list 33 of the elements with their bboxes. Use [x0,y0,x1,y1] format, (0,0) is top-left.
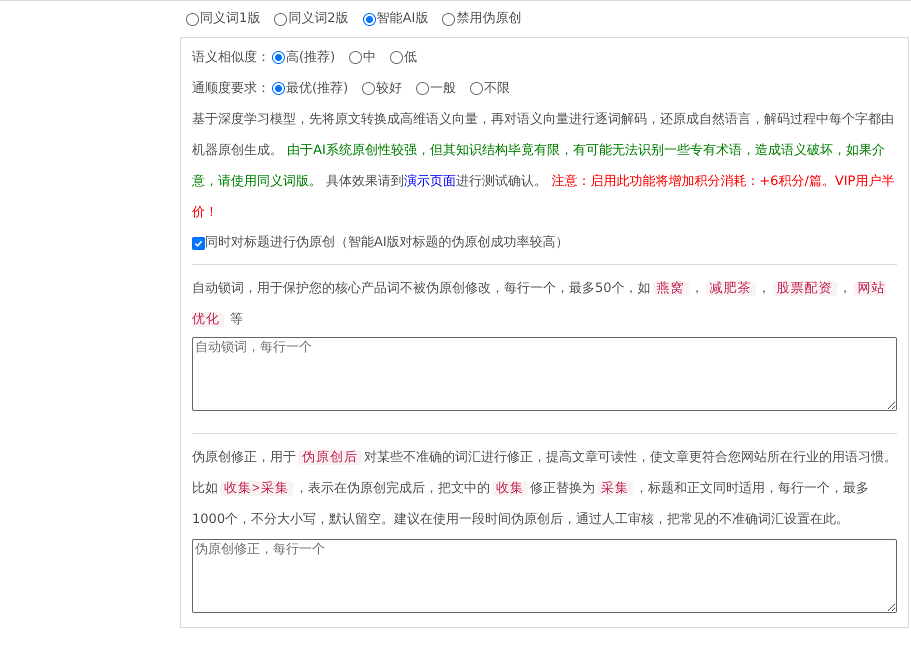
lock-words-field[interactable]: 自动锁词，每行一个 [192,337,897,411]
radio-option[interactable]: 低 [390,48,418,68]
radio-option[interactable]: 同义词1版 [186,9,260,29]
radio-option[interactable]: 较好 [362,78,402,98]
radio-button[interactable] [442,12,456,26]
correction-field[interactable]: 伪原创修正，每行一个 [192,539,897,613]
radio-option[interactable]: 中 [349,48,376,68]
demo-page-link[interactable]: 演示页面 [404,174,456,189]
radio-option[interactable]: 一般 [416,78,456,98]
radio-button[interactable] [186,12,199,26]
option-label: 通顺度要求： [192,80,270,98]
radio-button[interactable] [416,82,430,95]
radio-option[interactable]: 最优(推荐) [272,78,348,98]
description-text: 基于深度学习模型，先将原文转换成高维语义向量，再对语义向量进行逐词解码，还原成自然语言，解码过程中每个字都由机器原创生成。 由于AI系统原创性较强，但其知识结构毕竟有限，有可能无法识别一些专有术语，造成语义破坏，如果介意，请使用同义词版。 具体效果请到演示页面进行测试确认。 注意：启用此功能将增加积分消耗：+6积分/篇。VIP用户半价！ [192,111,896,222]
check-icon [194,238,203,248]
radio-option[interactable]: 禁用伪原创 [442,9,522,29]
radio-option[interactable]: 不限 [470,78,510,98]
radio-button[interactable] [272,51,285,64]
radio-option[interactable]: 智能AI版 [362,9,428,29]
radio-button[interactable] [362,82,376,95]
title-option[interactable]: 同时对标题进行伪原创（智能AI版对标题的伪原创成功率较高） [192,228,897,258]
radio-button[interactable] [390,51,404,64]
radio-button[interactable] [362,12,376,26]
radio-button[interactable] [349,51,362,64]
checkbox[interactable] [192,236,205,250]
correction-text: 伪原创修正，用于 伪原创后 对某些不准确的词汇进行修正，提高文章可读性，使文章更符合您网站所在行业的用语习惯。比如 收集>采集 ，表示在伪原创完成后，把文中的 收集 修正替换为 采集 ，标题和正文同时适用，每行一个，最多1000个，不分大小写，默认留空。建议在使用一段时间伪原创后，通过人工审核，把常见的不准确词汇设置在此。 [192,449,897,529]
radio-button[interactable] [470,82,484,95]
option-label: 语义相似度： [192,48,270,67]
radio-button[interactable] [272,82,285,95]
radio-option[interactable]: 高(推荐) [272,48,336,68]
radio-button[interactable] [274,12,288,26]
lock-words-text: 自动锁词，用于保护您的核心产品词不被伪原创修改，每行一个，最多50个，如 燕窝 ， 减肥茶 ， 股票配资 ， 网站优化 等 [192,280,887,329]
radio-option[interactable]: 同义词2版 [274,9,349,29]
